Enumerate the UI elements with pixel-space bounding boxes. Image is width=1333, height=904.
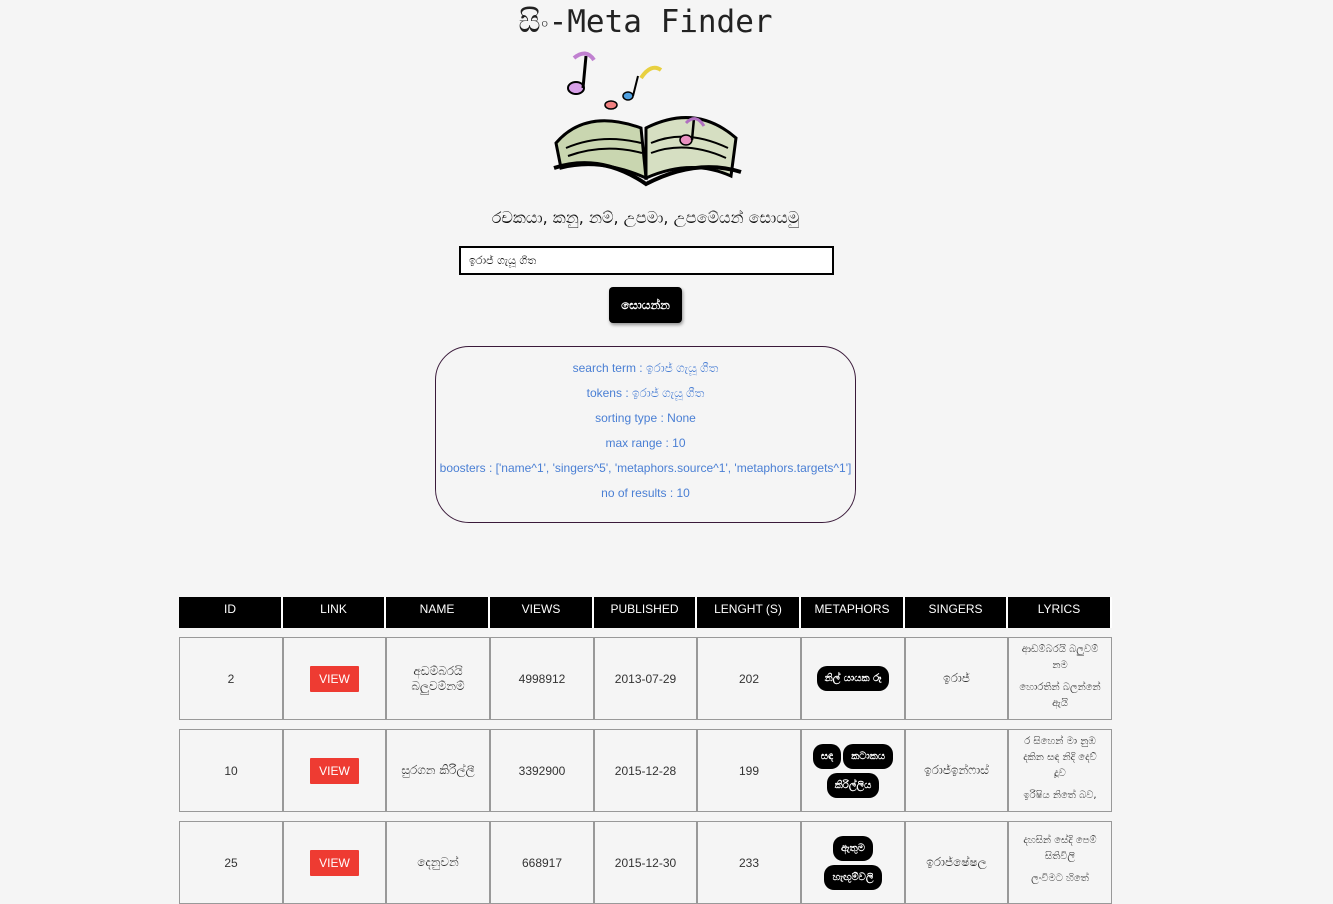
cell-metaphors: නිල් යායක රූ: [801, 637, 905, 720]
header-length: LENGHT (S): [697, 597, 801, 628]
cell-published: 2013-07-29: [594, 637, 697, 720]
metaphor-tag[interactable]: කිරිල්ලිය: [826, 772, 880, 798]
cell-length: 202: [697, 637, 801, 720]
info-search-term: search term : ඉරාජ් ගැයූ ගීත: [572, 361, 719, 375]
cell-id: 25: [179, 821, 283, 904]
results-table-container: ID LINK NAME VIEWS PUBLISHED LENGHT (S) …: [179, 597, 1112, 904]
cell-link: VIEW: [283, 729, 386, 812]
cell-published: 2015-12-28: [594, 729, 697, 812]
cell-name: අඩම්බරයි බලුවම්නම්: [386, 637, 490, 720]
cell-metaphors: ඇතුම හැඟුම්වලි: [801, 821, 905, 904]
cell-metaphors: සඳ කටාකය කිරිල්ලිය: [801, 729, 905, 812]
cell-published: 2015-12-30: [594, 821, 697, 904]
cell-singers: ඉරාජ්: [905, 637, 1008, 720]
music-book-logo-icon: [553, 51, 742, 187]
lyric-line: දහසින් සේදි පෙම් සිතිවිලි: [1023, 834, 1097, 862]
header-lyrics: LYRICS: [1008, 597, 1112, 628]
cell-lyrics: දහසින් සේදි පෙම් සිතිවිලි ලංවිමට හිතේ: [1008, 821, 1112, 904]
table-row: 2 VIEW අඩම්බරයි බලුවම්නම් 4998912 2013-0…: [179, 637, 1112, 720]
header-views: VIEWS: [490, 597, 594, 628]
info-boosters: boosters : ['name^1', 'singers^5', 'meta…: [439, 461, 852, 475]
info-no-of-results: no of results : 10: [601, 486, 690, 500]
lyric-line: ර සිහෙන් මා නුඹ දකින සඳ නිදි දෙව් දූව: [1023, 735, 1097, 779]
page-subtitle: රචකයා, කනු, නම්, උපමා, උපමේයන් සොයමු: [491, 208, 800, 227]
view-button[interactable]: VIEW: [310, 665, 359, 692]
cell-singers: ඉරාජ්ඉන්ෆාස්: [905, 729, 1008, 812]
header-name: NAME: [386, 597, 490, 628]
search-info-panel: search term : ඉරාජ් ගැයූ ගීත tokens : ඉර…: [435, 346, 856, 523]
view-button[interactable]: VIEW: [310, 849, 359, 876]
cell-id: 10: [179, 729, 283, 812]
cell-lyrics: ර සිහෙන් මා නුඹ දකින සඳ නිදි දෙව් දූව ඉර…: [1008, 729, 1112, 812]
info-tokens: tokens : ඉරාජ් ගැයූ ගීත: [586, 386, 705, 400]
lyric-line: ආඩම්බරයි බලුවම් නම: [1021, 643, 1099, 671]
view-button[interactable]: VIEW: [310, 757, 359, 784]
info-sorting-type: sorting type : None: [595, 411, 696, 425]
cell-id: 2: [179, 637, 283, 720]
header-published: PUBLISHED: [594, 597, 697, 628]
search-button[interactable]: සොයන්න: [609, 287, 682, 323]
metaphor-tag[interactable]: ඇතුම: [833, 835, 873, 861]
results-table: ID LINK NAME VIEWS PUBLISHED LENGHT (S) …: [179, 597, 1112, 904]
table-row: 10 VIEW සුරගන කිරිල්ලී 3392900 2015-12-2…: [179, 729, 1112, 812]
lyric-line: ලංවිමට හිතේ: [1031, 872, 1089, 884]
header-metaphors: METAPHORS: [801, 597, 905, 628]
metaphor-tag[interactable]: සඳ: [812, 743, 842, 769]
header-id: ID: [179, 597, 283, 628]
lyric-line: ඉරිෂිය නිතේ බව,: [1023, 789, 1097, 801]
cell-name: සුරගන කිරිල්ලී: [386, 729, 490, 812]
lyric-line: හොරතින් බලන්නේ ඇයි: [1019, 681, 1101, 709]
table-row: 25 VIEW දෙනුවන් 668917 2015-12-30 233 ඇත…: [179, 821, 1112, 904]
search-input[interactable]: [459, 246, 834, 275]
header-link: LINK: [283, 597, 386, 628]
cell-name: දෙනුවන්: [386, 821, 490, 904]
metaphor-tag[interactable]: හැඟුම්වලි: [824, 864, 882, 890]
cell-lyrics: ආඩම්බරයි බලුවම් නම හොරතින් බලන්නේ ඇයි: [1008, 637, 1112, 720]
cell-link: VIEW: [283, 821, 386, 904]
cell-length: 233: [697, 821, 801, 904]
app-title: සිං-Meta Finder: [518, 4, 773, 40]
info-max-range: max range : 10: [605, 436, 686, 450]
cell-views: 668917: [490, 821, 594, 904]
cell-link: VIEW: [283, 637, 386, 720]
header-singers: SINGERS: [905, 597, 1008, 628]
metaphor-tag[interactable]: කටාකය: [843, 743, 894, 769]
cell-length: 199: [697, 729, 801, 812]
cell-views: 4998912: [490, 637, 594, 720]
metaphor-tag[interactable]: නිල් යායක රූ: [816, 666, 890, 691]
cell-singers: ඉරාජ්ෂේෂල: [905, 821, 1008, 904]
cell-views: 3392900: [490, 729, 594, 812]
